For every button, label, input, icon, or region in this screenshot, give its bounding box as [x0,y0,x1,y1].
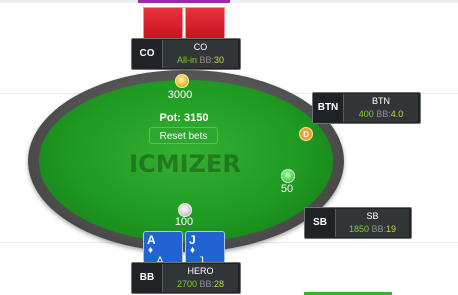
chip-icon [281,169,295,183]
player-stack: 400 BB:4.0 [358,109,404,119]
top-toolbar-strip [0,0,458,3]
player-name: HERO [187,266,214,276]
active-tab-indicator [138,0,230,3]
seat-info: SB 1850 BB:19 [335,209,409,237]
seat-btn[interactable]: BTN BTN 400 BB:4.0 [312,92,421,124]
player-name: SB [366,211,379,221]
seat-position-label: CO [139,48,155,59]
player-stack: 1850 BB:19 [348,224,397,234]
diamond-suit-icon: ♦ [190,245,196,256]
chip-icon [175,74,189,88]
chip-icon [178,203,192,217]
seat-info: CO All-in BB:30 [162,40,238,68]
reset-bets-button[interactable]: Reset bets [149,127,218,144]
player-stack: 2700 BB:28 [176,279,225,289]
card-back [143,7,183,41]
table-watermark: ICMIZER [129,150,241,178]
seat-position-label: SB [313,217,327,228]
hero-card-1: A ♦ A [143,231,183,268]
seat-info: BTN 400 BB:4.0 [343,94,418,122]
seat-co[interactable]: CO CO All-in BB:30 [131,38,241,70]
seat-hero[interactable]: BB HERO 2700 BB:28 [131,262,241,294]
card-back [185,7,225,41]
pot-label: Pot: 3150 [159,112,209,124]
bet-amount-sb: 50 [280,183,294,195]
player-name: CO [193,42,208,52]
hero-card-2: J ♦ J [185,231,225,268]
seat-position-label: BB [139,272,155,283]
diamond-suit-icon: ♦ [148,245,154,256]
player-stack: All-in BB:30 [176,55,225,65]
bet-amount-co: 3000 [167,89,193,101]
dealer-button-icon: D [299,127,313,141]
bet-amount-bb: 100 [174,216,194,228]
seat-info: HERO 2700 BB:28 [162,264,238,292]
seat-sb[interactable]: SB SB 1850 BB:19 [304,207,412,239]
player-name: BTN [372,96,390,106]
seat-position-label: BTN [317,102,339,113]
